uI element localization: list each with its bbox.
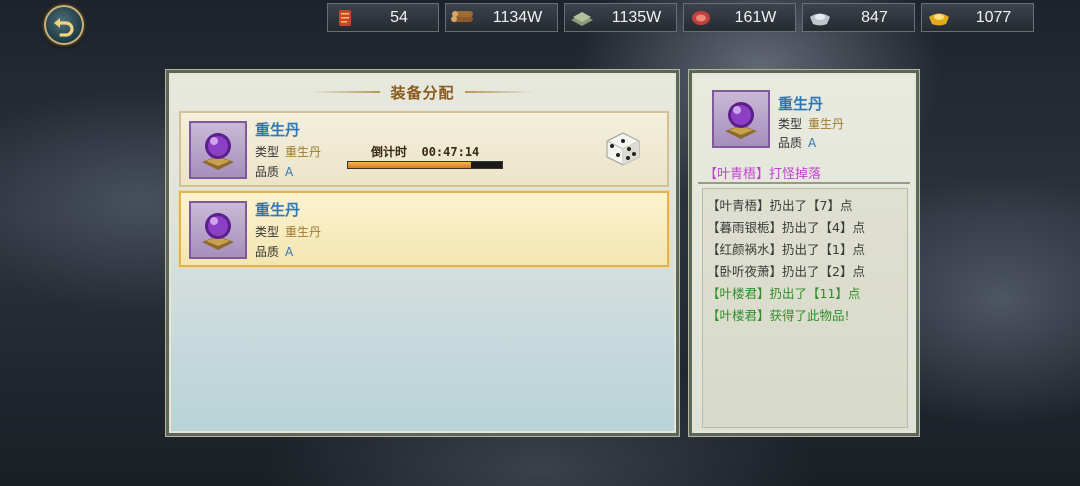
countdown: 倒计时 00:47:14 <box>371 143 479 160</box>
resource-value: 1077 <box>975 8 1012 26</box>
countdown-progress-fill <box>348 162 472 168</box>
resource-stone: 1135W <box>564 3 677 32</box>
log-line: 【卧听夜萧】扔出了【2】点 <box>707 264 865 279</box>
log-line: 【叶青梧】扔出了【7】点 <box>707 198 853 213</box>
item-name: 重生丹 <box>255 121 301 139</box>
resource-value: 1135W <box>611 8 662 26</box>
drop-source: 【叶青梧】打怪掉落 <box>704 167 822 182</box>
type-label: 类型 <box>255 145 280 159</box>
resource-scroll: 54 <box>327 3 439 32</box>
meat-icon <box>688 7 714 29</box>
detail-item-quality: 品质 A <box>778 134 816 151</box>
title-ornament <box>310 91 381 93</box>
log-line: 【红颜祸水】扔出了【1】点 <box>707 242 865 257</box>
resource-meat: 161W <box>683 3 796 32</box>
roll-log: 【叶青梧】扔出了【7】点 【暮雨银栀】扔出了【4】点 【红颜祸水】扔出了【1】点… <box>702 188 908 428</box>
type-label: 类型 <box>255 225 280 239</box>
log-line-obtained: 【叶楼君】获得了此物品! <box>707 308 850 323</box>
stone-icon <box>569 7 595 29</box>
resource-value: 161W <box>734 8 777 26</box>
countdown-progress-bar <box>347 161 503 169</box>
resource-gold: 1077 <box>921 3 1034 32</box>
type-label: 类型 <box>778 117 803 131</box>
divider <box>698 182 910 184</box>
detail-item-name: 重生丹 <box>778 95 824 113</box>
quality-label: 品质 <box>255 245 280 259</box>
type-value: 重生丹 <box>808 117 845 131</box>
resource-value: 847 <box>861 8 888 26</box>
allocation-row[interactable]: 重生丹 类型 重生丹 品质 A 倒计时 00:47:14 <box>179 111 669 187</box>
resource-wood: 1134W <box>445 3 558 32</box>
quality-value: A <box>808 136 817 150</box>
allocation-panel: 装备分配 重生丹 类型 重生丹 品质 A 倒计时 00:47:14 重生丹 类型… <box>165 69 680 437</box>
resource-value: 54 <box>390 8 408 26</box>
allocation-row-selected[interactable]: 重生丹 类型 重生丹 品质 A <box>179 191 669 267</box>
resource-silver: 847 <box>802 3 915 32</box>
quality-label: 品质 <box>778 136 803 150</box>
countdown-value: 00:47:14 <box>421 145 480 159</box>
scroll-icon <box>332 7 358 29</box>
type-value: 重生丹 <box>285 225 322 239</box>
quality-value: A <box>285 165 294 179</box>
wood-icon <box>450 7 476 29</box>
silver-icon <box>807 7 833 29</box>
item-quality: 品质 A <box>255 243 293 260</box>
item-type: 类型 重生丹 <box>255 143 321 160</box>
resource-value: 1134W <box>492 8 543 26</box>
back-arrow-icon <box>54 18 74 37</box>
countdown-label: 倒计时 <box>371 145 408 159</box>
log-line: 【暮雨银栀】扔出了【4】点 <box>707 220 865 235</box>
detail-item-type: 类型 重生丹 <box>778 115 844 132</box>
log-line-winner: 【叶楼君】扔出了【11】点 <box>707 286 861 301</box>
item-name: 重生丹 <box>255 201 301 219</box>
quality-value: A <box>285 245 294 259</box>
item-type: 类型 重生丹 <box>255 223 321 240</box>
back-button[interactable] <box>44 5 84 45</box>
purple-orb-icon <box>712 90 770 148</box>
purple-orb-icon <box>189 201 247 259</box>
panel-title: 装备分配 <box>390 83 455 102</box>
panel-title-bar: 装备分配 <box>169 73 676 111</box>
quality-label: 品质 <box>255 165 280 179</box>
purple-orb-icon <box>189 121 247 179</box>
dice-icon <box>606 132 640 166</box>
type-value: 重生丹 <box>285 145 322 159</box>
dice-roll-button[interactable] <box>599 125 647 173</box>
title-ornament <box>464 91 535 93</box>
item-detail-panel: 重生丹 类型 重生丹 品质 A 【叶青梧】打怪掉落 【叶青梧】扔出了【7】点 【暮雨… <box>688 69 920 437</box>
item-quality: 品质 A <box>255 163 293 180</box>
gold-ingot-icon <box>926 7 952 29</box>
